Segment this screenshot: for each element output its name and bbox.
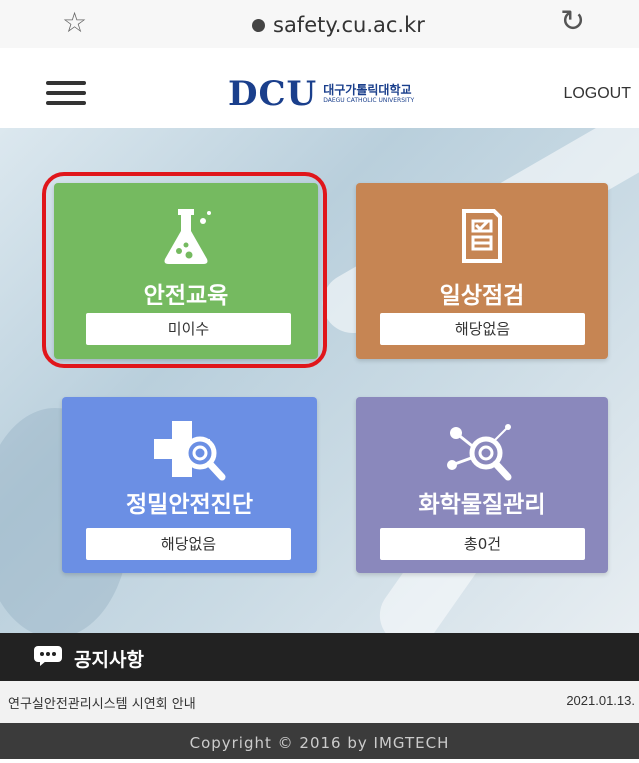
notice-item-date: 2021.01.13.: [566, 693, 635, 708]
cross-magnifier-icon: [62, 421, 317, 487]
tile-precision-safety-diagnosis[interactable]: 정밀안전진단 해당없음: [62, 397, 317, 573]
logo-mark: DCU: [228, 74, 318, 114]
tile-chemical-management[interactable]: 화학물질관리 총0건: [356, 397, 608, 573]
tile-label: 화학물질관리: [418, 492, 546, 518]
highlight-annotation: [42, 172, 327, 368]
footer-copyright: Copyright © 2016 by IMGTECH: [0, 723, 639, 759]
tile-status-badge: 해당없음: [86, 528, 291, 560]
hamburger-menu-icon[interactable]: [46, 81, 86, 105]
speech-bubble-icon: [34, 646, 62, 666]
tile-status-badge: 총0건: [380, 528, 585, 560]
notice-section-header: 공지사항: [0, 633, 639, 681]
address-field[interactable]: safety.cu.ac.kr: [252, 13, 425, 37]
logout-link[interactable]: LOGOUT: [563, 85, 631, 103]
reload-icon[interactable]: ↻: [560, 6, 585, 38]
notice-item-title[interactable]: 연구실안전관리시스템 시연회 안내: [8, 693, 196, 712]
logo-english-name: DAEGU CATHOLIC UNIVERSITY: [323, 97, 415, 104]
notice-list-item[interactable]: 연구실안전관리시스템 시연회 안내 2021.01.13.: [0, 681, 639, 723]
tile-label: 일상점검: [439, 283, 525, 309]
university-logo[interactable]: DCU 대구가톨릭대학교 DAEGU CATHOLIC UNIVERSITY: [228, 74, 414, 114]
notice-title[interactable]: 공지사항: [74, 645, 144, 672]
tile-label: 정밀안전진단: [126, 492, 253, 518]
tile-daily-inspection[interactable]: 일상점검 해당없음: [356, 183, 608, 359]
tile-status-badge: 해당없음: [380, 313, 585, 345]
molecule-magnifier-icon: [356, 421, 608, 487]
app-header: DCU 대구가톨릭대학교 DAEGU CATHOLIC UNIVERSITY L…: [0, 48, 639, 128]
bookmark-star-icon[interactable]: ☆: [62, 8, 87, 38]
site-info-icon[interactable]: [252, 18, 265, 32]
checklist-icon: [356, 207, 608, 269]
url-text: safety.cu.ac.kr: [273, 13, 425, 37]
browser-url-bar: ☆ safety.cu.ac.kr ↻: [0, 0, 639, 48]
logo-korean-name: 대구가톨릭대학교: [323, 83, 412, 97]
